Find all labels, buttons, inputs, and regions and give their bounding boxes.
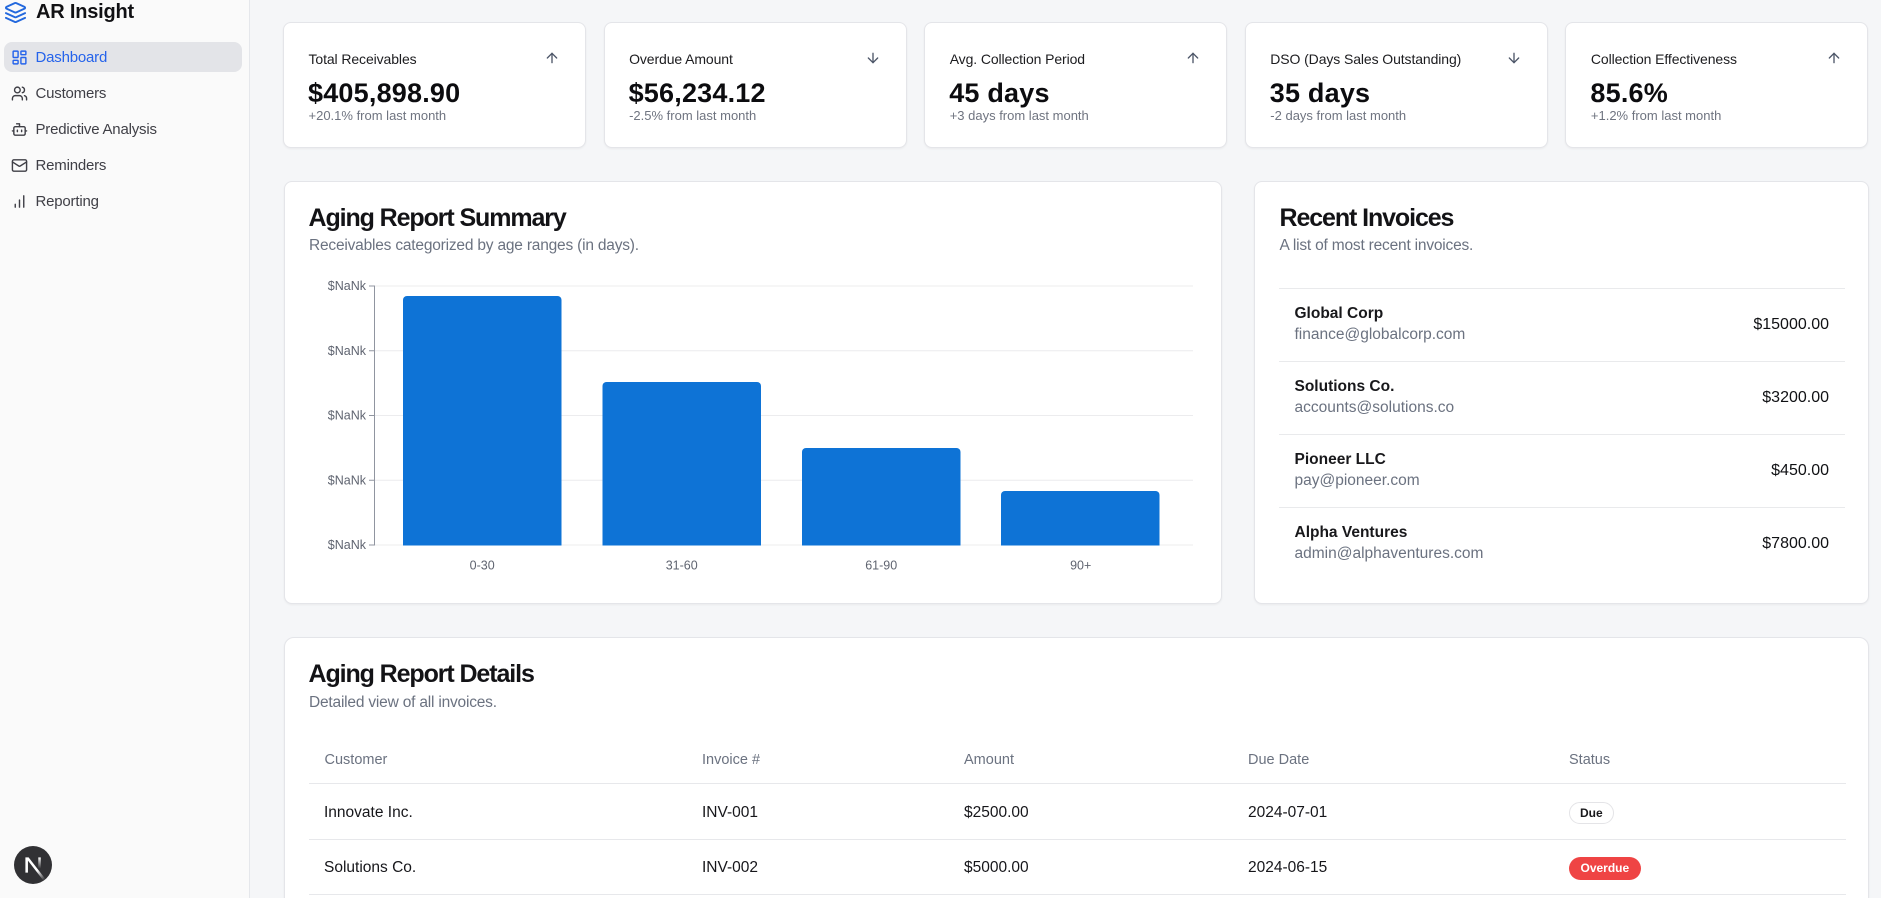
svg-text:$NaNk: $NaNk: [327, 473, 366, 487]
svg-text:$NaNk: $NaNk: [327, 279, 366, 293]
svg-text:$NaNk: $NaNk: [327, 538, 366, 552]
svg-text:$NaNk: $NaNk: [327, 409, 366, 423]
svg-text:90+: 90+: [1070, 559, 1091, 573]
svg-text:$NaNk: $NaNk: [327, 344, 366, 358]
svg-text:0-30: 0-30: [469, 559, 494, 573]
svg-text:61-90: 61-90: [865, 559, 897, 573]
svg-text:31-60: 31-60: [665, 559, 697, 573]
